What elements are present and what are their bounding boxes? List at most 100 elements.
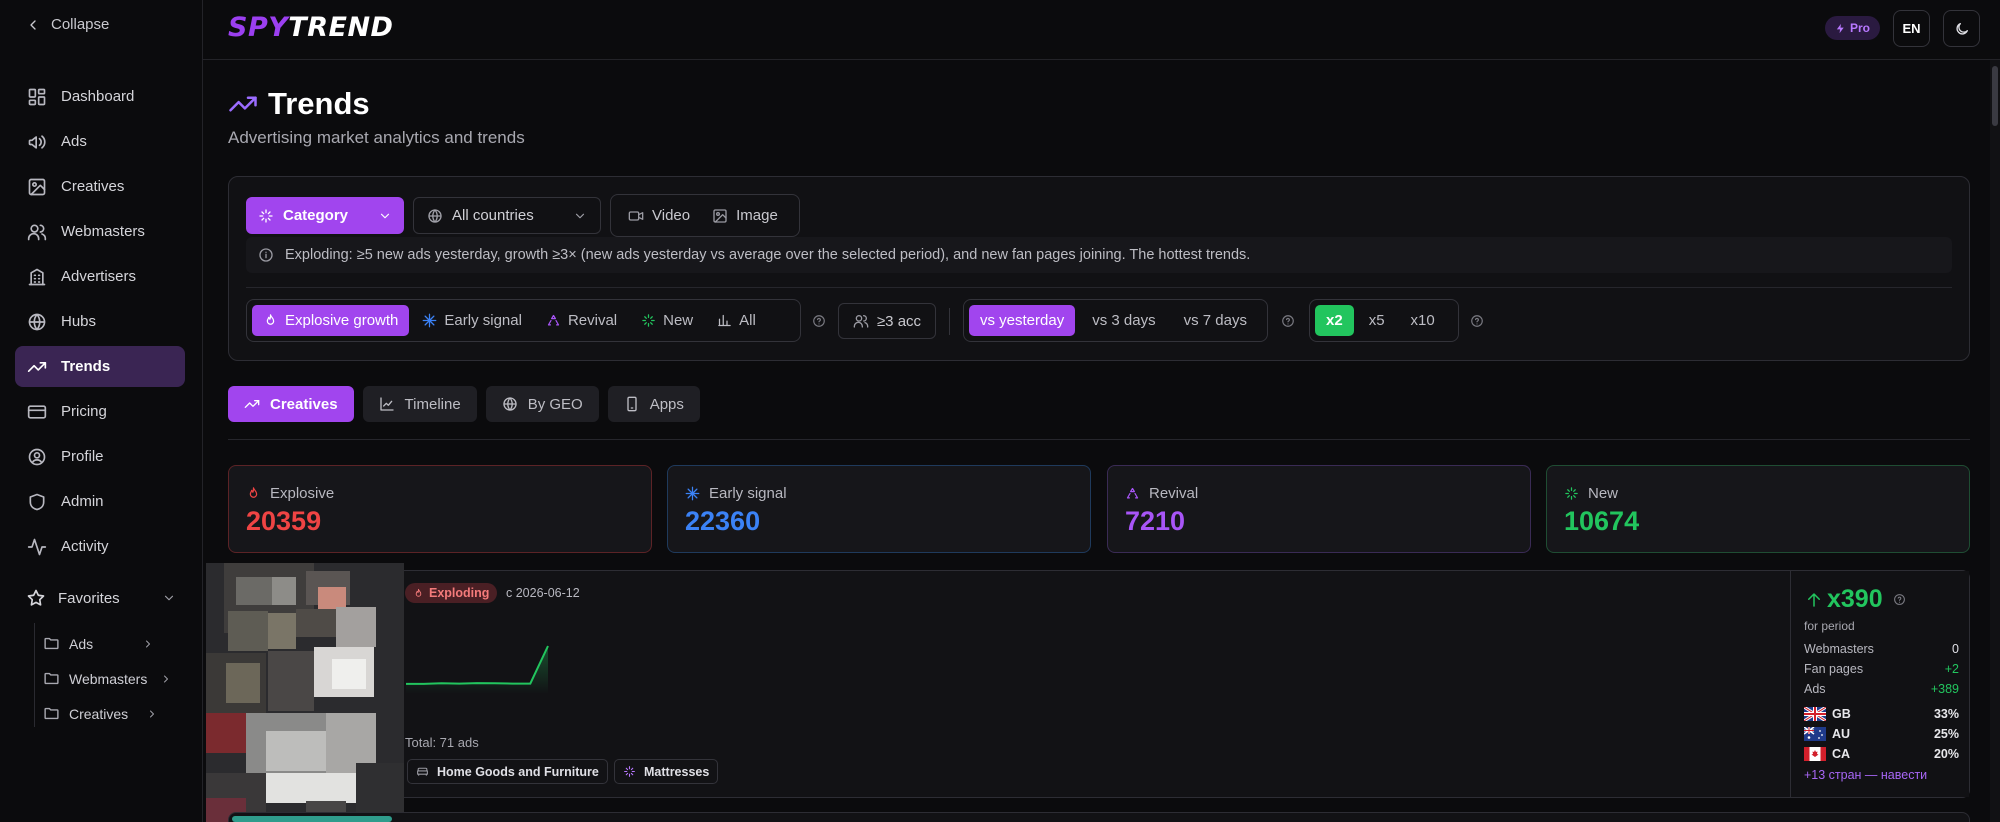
folder-icon [44,707,59,720]
trending-up-icon [229,96,257,112]
next-trend-card[interactable] [228,812,1970,822]
geo-row-gb: GB 33% [1804,707,1959,721]
category-dropdown[interactable]: Category [246,197,404,234]
flame-icon [415,588,422,597]
next-card-thumbnail-strip [232,816,392,822]
multiplier-x5-button[interactable]: x5 [1358,305,1396,336]
stat-label-text: Early signal [709,485,787,502]
signal-revival-button[interactable]: Revival [535,305,628,336]
dashboard-icon [28,88,46,105]
creative-thumbnail[interactable] [206,563,404,822]
tab-label: By GEO [527,395,583,413]
stat-card-revival[interactable]: Revival 7210 [1107,465,1531,553]
signal-new-button[interactable]: New [630,305,704,336]
tab-creatives[interactable]: Creatives [228,386,354,422]
stat-value: 10674 [1564,506,1640,536]
metric-label: Webmasters [1804,642,1874,656]
tag-subcategory-chip[interactable]: Mattresses [614,759,719,784]
geo-code: AU [1832,727,1851,741]
scrollbar-thumb[interactable] [1992,66,1998,126]
min-accounts-button[interactable]: ≥3 acc [838,303,936,339]
help-icon[interactable] [812,314,826,328]
favorites-toggle[interactable]: Favorites [26,588,176,608]
multiplier-x2-button[interactable]: x2 [1315,305,1354,336]
line-chart-icon [379,397,394,411]
page-subtitle: Advertising market analytics and trends [228,128,525,147]
help-icon[interactable] [1470,314,1484,328]
help-icon[interactable] [1893,593,1906,606]
geo-percent: 20% [1933,747,1959,761]
period-label: vs 7 days [1183,312,1247,329]
sidebar-item-trends[interactable]: Trends [15,346,185,387]
collapse-button[interactable]: Collapse [25,16,109,33]
filter-separator [949,308,950,335]
stat-card-early-signal[interactable]: Early signal 22360 [667,465,1091,553]
info-icon [259,248,273,262]
pro-badge[interactable]: Pro [1824,16,1880,40]
logo[interactable]: SPYTREND [228,12,393,43]
stat-card-new[interactable]: New 10674 [1546,465,1970,553]
signal-explosive-growth-button[interactable]: Explosive growth [252,305,410,336]
multiplier-label: x10 [1410,312,1435,329]
period-7-days-button[interactable]: vs 7 days [1173,305,1258,336]
folder-icon [44,672,59,685]
sidebar-item-webmasters[interactable]: Webmasters [15,211,185,252]
sparkline-area [406,646,548,694]
smartphone-icon [627,396,637,412]
multiplier-x10-button[interactable]: x10 [1400,305,1446,336]
more-geos-link[interactable]: +13 стран — навести [1804,768,1927,782]
geo-row-ca: CA 20% [1804,747,1959,761]
building-icon [28,268,46,285]
help-icon[interactable] [1281,314,1295,328]
theme-toggle-button[interactable] [1943,10,1980,47]
top-bar: SPYTREND Pro EN [203,0,2000,60]
sidebar-item-dashboard[interactable]: Dashboard [15,76,185,117]
signal-early-signal-button[interactable]: Early signal [411,305,533,336]
sidebar-item-ads[interactable]: Ads [15,121,185,162]
tab-apps[interactable]: Apps [607,386,700,422]
page-scrollbar[interactable] [1990,60,2000,822]
country-label: All countries [452,207,534,224]
sidebar-item-label: Advertisers [61,268,137,285]
chevron-down-icon [164,595,174,601]
moon-icon [1955,22,1968,35]
stat-card-explosive[interactable]: Explosive 20359 [228,465,652,553]
tabs-divider [228,439,1970,440]
sidebar-item-label: Ads [61,133,87,150]
tab-timeline[interactable]: Timeline [362,386,477,422]
stat-label-text: New [1588,485,1619,502]
sparkles-icon [642,314,655,327]
sidebar-item-pricing[interactable]: Pricing [15,391,185,432]
sidebar-item-label: Profile [61,448,104,465]
media-image-button[interactable]: Image [703,200,787,231]
sidebar-item-label: Webmasters [61,223,145,240]
sidebar-item-label: Trends [61,358,111,375]
country-select[interactable]: All countries [413,197,601,234]
sofa-icon [417,767,428,776]
favorites-item-ads[interactable]: Ads [43,626,183,661]
sidebar-item-admin[interactable]: Admin [15,481,185,522]
sidebar-item-activity[interactable]: Activity [15,526,185,567]
media-video-button[interactable]: Video [619,200,699,231]
favorites-item-webmasters[interactable]: Webmasters [43,661,183,696]
language-button[interactable]: EN [1893,10,1930,47]
sidebar-item-label: Hubs [61,313,97,330]
tag-category-chip[interactable]: Home Goods and Furniture [407,759,608,784]
pro-label: Pro [1849,21,1870,35]
multiplier-label: x5 [1368,312,1385,329]
page-heading: Trends [228,86,370,122]
signal-all-button[interactable]: All [706,305,767,336]
period-3-days-button[interactable]: vs 3 days [1081,305,1166,336]
stat-label: New [1564,485,1618,502]
sidebar-item-advertisers[interactable]: Advertisers [15,256,185,297]
sidebar-item-creatives[interactable]: Creatives [15,166,185,207]
stat-value: 20359 [246,506,322,536]
metric-row-ads: Ads +389 [1804,682,1959,696]
sidebar-item-profile[interactable]: Profile [15,436,185,477]
folder-icon [44,637,59,650]
period-yesterday-button[interactable]: vs yesterday [969,305,1076,336]
period-label: vs 3 days [1092,312,1156,329]
sidebar-item-hubs[interactable]: Hubs [15,301,185,342]
favorites-item-creatives[interactable]: Creatives [43,696,183,731]
tab-by-geo[interactable]: By GEO [485,386,599,422]
